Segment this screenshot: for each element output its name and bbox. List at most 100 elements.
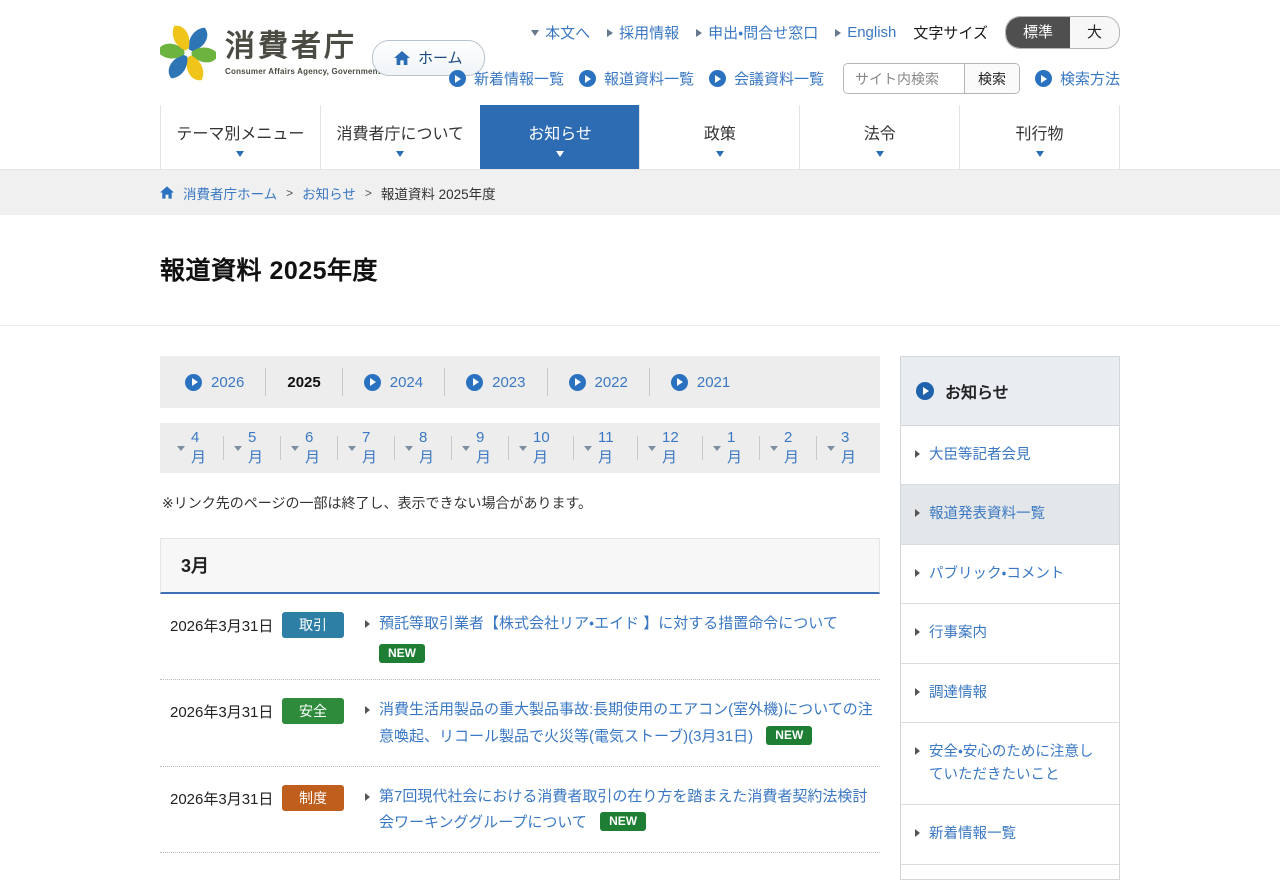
nav-tab-news[interactable]: お知らせ [480, 105, 640, 169]
month-tab-label: 5月 [248, 429, 270, 467]
pinwheel-logo-icon [160, 24, 216, 82]
new-info-list-link[interactable]: 新着情報一覧 [449, 68, 564, 89]
font-size-large-button[interactable]: 大 [1070, 17, 1119, 48]
recruit-link[interactable]: 採用情報 [607, 22, 679, 43]
month-section-header: 3月 [160, 538, 880, 594]
sidebar-item-label: パブリック・コメント [929, 563, 1064, 585]
main-content: 2026 2025 2024 2023 2022 2021 [160, 356, 880, 853]
category-badge-anzen: 安全 [282, 698, 344, 724]
sidebar-item-new-info[interactable]: 新着情報一覧 [901, 805, 1119, 864]
quick-links: 新着情報一覧 報道資料一覧 会議資料一覧 検索 検索方法 [449, 63, 1120, 94]
news-date: 2026年3月31日 [170, 784, 282, 809]
news-item: 2026年3月31日 安全 消費生活用製品の重大製品事故:長期使用のエアコン(室… [160, 680, 880, 767]
breadcrumb: 消費者庁ホーム > お知らせ > 報道資料 2025年度 [160, 170, 1120, 215]
sidebar-item-events[interactable]: 行事案内 [901, 604, 1119, 663]
english-link[interactable]: English [835, 24, 896, 41]
circle-arrow-icon [569, 374, 586, 391]
circle-arrow-icon [709, 70, 726, 87]
news-list: 2026年3月31日 取引 預託等取引業者【株式会社リア・エイド 】に対する措置… [160, 594, 880, 853]
month-tab-label: 7月 [362, 429, 384, 467]
chevron-down-icon [236, 151, 244, 157]
news-date: 2026年3月31日 [170, 697, 282, 722]
inquiry-label: 申出・問合せ窓口 [708, 22, 818, 43]
meeting-list-link[interactable]: 会議資料一覧 [709, 68, 824, 89]
site-search: 検索 [843, 63, 1020, 94]
recruit-label: 採用情報 [619, 22, 679, 43]
news-link[interactable]: 預託等取引業者【株式会社リア・エイド 】に対する措置命令について [379, 615, 838, 632]
meeting-list-label: 会議資料一覧 [734, 68, 824, 89]
month-tab-label: 1月 [727, 429, 749, 467]
month-tab-may[interactable]: 5月 [224, 436, 281, 460]
nav-tab-label: テーマ別メニュー [176, 120, 304, 144]
nav-tab-policy[interactable]: 政策 [639, 105, 799, 169]
month-tab-label: 9月 [476, 429, 498, 467]
month-tab-mar[interactable]: 3月 [817, 436, 873, 460]
font-size-standard-button[interactable]: 標準 [1006, 17, 1070, 48]
chevron-down-icon [291, 446, 299, 451]
nav-tab-laws[interactable]: 法令 [799, 105, 959, 169]
month-tab-oct[interactable]: 10月 [509, 436, 574, 460]
breadcrumb-separator: > [286, 186, 293, 200]
triangle-down-icon [531, 30, 539, 36]
month-tab-sep[interactable]: 9月 [452, 436, 509, 460]
year-tab-2022[interactable]: 2022 [548, 368, 650, 396]
circle-arrow-icon [579, 70, 596, 87]
sidebar-header: お知らせ [901, 357, 1119, 426]
sidebar-item-safety-cautions[interactable]: 安全・安心のために注意していただきたいこと [901, 723, 1119, 805]
sidebar-item-public-comment[interactable]: パブリック・コメント [901, 545, 1119, 604]
skip-to-content-label: 本文へ [545, 22, 590, 43]
year-tab-2026[interactable]: 2026 [164, 368, 266, 396]
month-tab-label: 8月 [419, 429, 441, 467]
month-tab-dec[interactable]: 12月 [638, 436, 703, 460]
arrow-right-icon [915, 747, 920, 755]
title-strip: 報道資料 2025年度 [0, 215, 1280, 326]
month-tab-label: 11月 [598, 429, 627, 467]
breadcrumb-news-link[interactable]: お知らせ [302, 183, 356, 203]
sidebar-item-press-conference[interactable]: 大臣等記者会見 [901, 426, 1119, 485]
month-tab-feb[interactable]: 2月 [760, 436, 817, 460]
sidebar-item-partial[interactable] [901, 865, 1119, 879]
press-list-link[interactable]: 報道資料一覧 [579, 68, 694, 89]
year-tab-2024[interactable]: 2024 [343, 368, 445, 396]
breadcrumb-separator: > [365, 186, 372, 200]
skip-to-content-link[interactable]: 本文へ [531, 22, 590, 43]
nav-tab-label: 刊行物 [1016, 120, 1064, 144]
year-tab-2023[interactable]: 2023 [445, 368, 547, 396]
nav-tab-about[interactable]: 消費者庁について [320, 105, 480, 169]
arrow-right-icon [915, 509, 920, 517]
year-tab-2021[interactable]: 2021 [650, 368, 751, 396]
sidebar-item-press-releases[interactable]: 報道発表資料一覧 [901, 485, 1119, 544]
month-tab-jul[interactable]: 7月 [338, 436, 395, 460]
month-tab-label: 12月 [662, 429, 692, 467]
search-button[interactable]: 検索 [964, 64, 1019, 93]
year-tab-2025-current: 2025 [266, 368, 342, 396]
nav-tab-publications[interactable]: 刊行物 [959, 105, 1120, 169]
nav-tab-label: お知らせ [528, 120, 592, 144]
search-help-link[interactable]: 検索方法 [1035, 68, 1120, 89]
month-tab-jan[interactable]: 1月 [703, 436, 760, 460]
breadcrumb-home-link[interactable]: 消費者庁ホーム [183, 183, 277, 203]
nav-tab-label: 法令 [864, 120, 896, 144]
home-icon [394, 51, 410, 65]
search-help-label: 検索方法 [1060, 68, 1120, 89]
month-tab-apr[interactable]: 4月 [167, 436, 224, 460]
page-title: 報道資料 2025年度 [160, 215, 1120, 325]
chevron-down-icon [177, 446, 185, 451]
inquiry-link[interactable]: 申出・問合せ窓口 [696, 22, 818, 43]
year-tab-label: 2022 [595, 374, 628, 391]
triangle-right-icon [696, 29, 702, 37]
arrow-right-icon [915, 569, 920, 577]
search-input[interactable] [844, 64, 964, 93]
circle-arrow-icon [671, 374, 688, 391]
sidebar-item-label: 安全・安心のために注意していただきたいこと [929, 741, 1107, 786]
month-tab-aug[interactable]: 8月 [395, 436, 452, 460]
font-size-toggle: 標準 大 [1005, 16, 1120, 49]
month-tab-label: 3月 [841, 429, 863, 467]
month-tab-jun[interactable]: 6月 [281, 436, 338, 460]
month-tab-nov[interactable]: 11月 [574, 436, 638, 460]
arrow-right-icon [915, 688, 920, 696]
chevron-down-icon [234, 446, 242, 451]
category-badge-seido: 制度 [282, 785, 344, 811]
nav-tab-theme-menu[interactable]: テーマ別メニュー [160, 105, 320, 169]
sidebar-item-procurement[interactable]: 調達情報 [901, 664, 1119, 723]
